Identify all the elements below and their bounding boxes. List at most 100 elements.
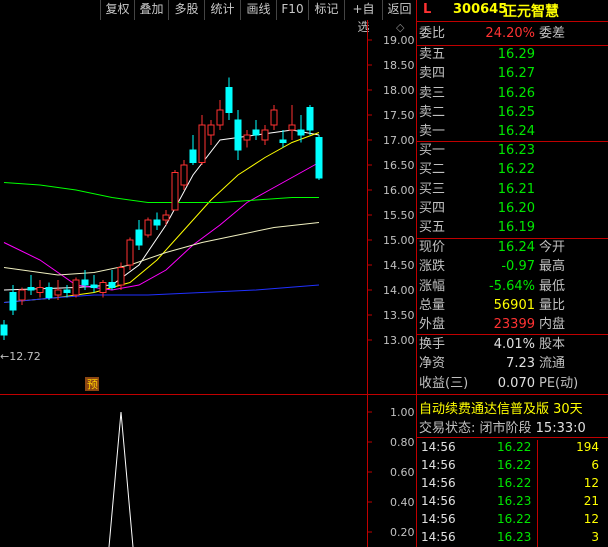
bid-label: 买二 xyxy=(419,162,446,178)
bid-value: 16.23 xyxy=(497,143,535,158)
stat-label: 收益(三) xyxy=(419,375,469,391)
toolbar-button-overlay[interactable]: 叠加 xyxy=(134,0,168,20)
tick-price: 16.22 xyxy=(497,476,532,490)
trade-status-time: 15:33:0 xyxy=(535,421,586,436)
candle-body[interactable] xyxy=(297,129,305,136)
weibi-value: 24.20% xyxy=(485,26,535,41)
candle-body[interactable] xyxy=(162,214,170,221)
tick-volume: 194 xyxy=(576,440,599,454)
toolbar-button-add-watchlist[interactable]: +自选 xyxy=(344,0,382,34)
price-axis-label: 17.50 xyxy=(383,109,415,122)
price-chart[interactable]: 19.00 18.50 18.00 17.50 17.00 16.50 16.00 15.50… xyxy=(0,20,416,394)
tick-volume: 6 xyxy=(591,458,599,472)
stat-row: 净资 7.23 流通 xyxy=(417,355,608,373)
toolbar-button-multi-stock[interactable]: 多股 xyxy=(168,0,204,20)
candle-body[interactable] xyxy=(36,287,44,293)
candle-body[interactable] xyxy=(63,289,71,293)
quote-value: 16.24 xyxy=(497,240,535,255)
forecast-badge[interactable]: 预 xyxy=(87,378,98,391)
price-axis-label: 17.00 xyxy=(383,134,415,147)
tick-price: 16.22 xyxy=(497,458,532,472)
quote-label2: 最高 xyxy=(539,259,566,275)
bid-row: 买二 16.22 xyxy=(417,161,608,179)
subscription-notice[interactable]: 自动续费通达信普及版 30天 xyxy=(419,398,608,417)
candle-body[interactable] xyxy=(234,119,242,151)
quote-row: 总量 56901 量比 xyxy=(417,297,608,315)
toolbar-button-draw-lines[interactable]: 画线 xyxy=(240,0,276,20)
stat-label: 净资 xyxy=(419,356,446,372)
tick-volume: 12 xyxy=(583,512,599,526)
candle-body[interactable] xyxy=(27,287,35,291)
bid-label: 买一 xyxy=(419,143,446,158)
candle-body[interactable] xyxy=(0,324,8,336)
price-axis-label: 16.00 xyxy=(383,184,415,197)
candle-body[interactable] xyxy=(45,287,53,298)
tick-time: 14:56 xyxy=(421,458,456,472)
ask-value: 16.25 xyxy=(497,104,535,120)
toolbar-button-f10[interactable]: F10 xyxy=(276,0,308,20)
volume-chart[interactable]: 1.00 0.80 0.60 0.40 0.20 xyxy=(0,394,416,547)
candle-body[interactable] xyxy=(288,124,296,131)
candle-body[interactable] xyxy=(99,282,107,293)
candle-body[interactable] xyxy=(243,134,251,141)
candle-body[interactable] xyxy=(270,109,278,126)
trade-status: 交易状态: 闭市阶段 15:33:0 xyxy=(419,417,608,436)
toolbar-button-restore-rights[interactable]: 复权 xyxy=(100,0,134,20)
candle-body[interactable] xyxy=(252,129,260,136)
quote-label: 现价 xyxy=(419,240,446,255)
toolbar-button-statistics[interactable]: 统计 xyxy=(204,0,240,20)
candle-body[interactable] xyxy=(261,129,269,141)
candle-body[interactable] xyxy=(54,289,62,296)
toolbar: 复权 叠加 多股 统计 画线 F10 标记 +自选 返回 xyxy=(0,0,416,34)
candle-body[interactable] xyxy=(90,284,98,288)
candle-body[interactable] xyxy=(207,124,215,136)
candle-body[interactable] xyxy=(81,279,89,286)
quote-label: 外盘 xyxy=(419,317,446,333)
stat-label2: PE(动) xyxy=(539,375,579,391)
candle-body[interactable] xyxy=(279,139,287,143)
candle-body[interactable] xyxy=(225,87,233,113)
candle-body[interactable] xyxy=(117,267,125,286)
weibi-label: 委比 xyxy=(419,26,446,41)
stat-label: 换手 xyxy=(419,337,446,352)
stock-name: 正元智慧 xyxy=(503,4,559,20)
price-axis-label: 14.50 xyxy=(383,259,415,272)
toolbar-button-mark[interactable]: 标记 xyxy=(308,0,344,20)
candle-body[interactable] xyxy=(216,109,224,126)
candle-body[interactable] xyxy=(108,282,116,288)
candle-body[interactable] xyxy=(135,229,143,246)
candle-body[interactable] xyxy=(180,164,188,186)
tick-row: 14:56 16.23 3 xyxy=(417,528,608,546)
quote-value: -5.64% xyxy=(489,278,535,294)
candle-body[interactable] xyxy=(189,149,197,163)
volume-axis-label: 0.20 xyxy=(390,526,415,539)
candle-body[interactable] xyxy=(198,124,206,163)
ask-label: 卖二 xyxy=(419,104,446,120)
candle-body[interactable] xyxy=(171,172,179,211)
ask-label: 卖三 xyxy=(419,85,446,101)
ask-row: 卖三 16.26 xyxy=(417,85,608,103)
candle-body[interactable] xyxy=(315,137,323,179)
toolbar-button-back[interactable]: 返回 xyxy=(382,0,416,20)
stat-value: 0.070 xyxy=(497,375,535,391)
candle-body[interactable] xyxy=(126,239,134,266)
stat-row: 换手 4.01% 股本 xyxy=(417,336,608,354)
stat-label2: 股本 xyxy=(539,337,566,352)
bid-value: 16.21 xyxy=(497,181,535,197)
candle-body[interactable] xyxy=(153,219,161,226)
ask-row: 卖一 16.24 xyxy=(417,123,608,141)
candle-body[interactable] xyxy=(144,219,152,236)
bid-label: 买四 xyxy=(419,200,446,216)
ask-row: 卖四 16.27 xyxy=(417,65,608,83)
bid-value: 16.19 xyxy=(497,220,535,236)
candle-body[interactable] xyxy=(18,289,26,301)
price-axis-label: 14.00 xyxy=(383,284,415,297)
moving-average-line xyxy=(3,182,319,203)
ask-value: 16.24 xyxy=(497,124,535,140)
candle-body[interactable] xyxy=(9,292,17,311)
candle-body[interactable] xyxy=(306,107,314,131)
moving-average-line xyxy=(3,222,320,276)
tick-volume: 21 xyxy=(583,494,599,508)
candle-body[interactable] xyxy=(72,279,80,296)
tick-time: 14:56 xyxy=(421,440,456,454)
